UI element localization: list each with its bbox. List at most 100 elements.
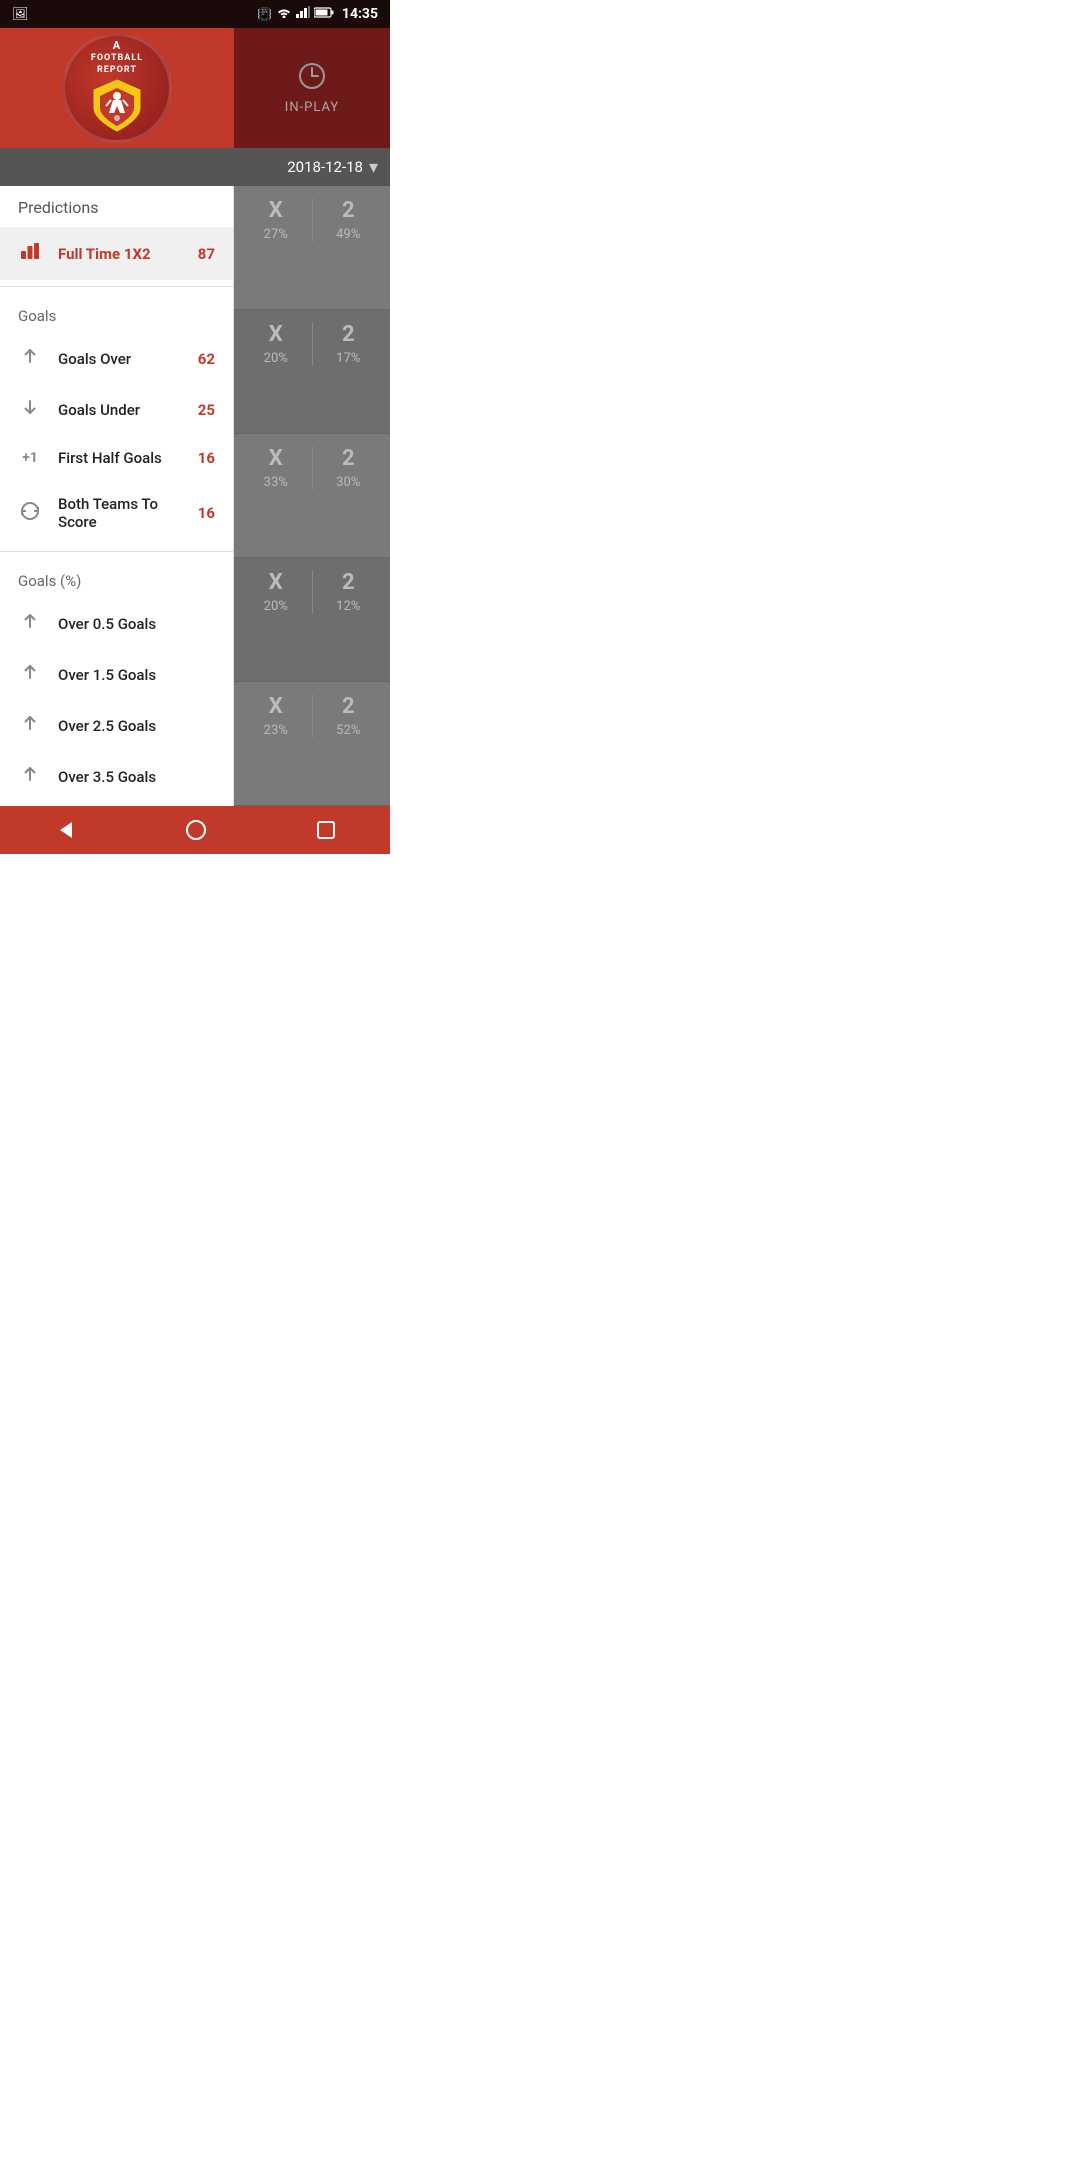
goals-over-label: Goals Over xyxy=(58,350,182,368)
inplay-label: IN-PLAY xyxy=(285,100,339,115)
match-pct-2-2: 17% xyxy=(336,351,360,366)
chart-bar-icon xyxy=(18,241,42,266)
signal-icon xyxy=(296,6,310,22)
nav-recents-button[interactable] xyxy=(316,820,336,840)
sidebar-item-both-teams-score[interactable]: Both Teams To Score 16 xyxy=(0,481,233,545)
sidebar-item-over-15[interactable]: Over 1.5 Goals xyxy=(0,649,233,700)
wifi-icon xyxy=(276,6,292,22)
date-row[interactable]: 2018-12-18 ▾ xyxy=(0,148,390,186)
main-content: Full Time 1X2 Predictions Full Time 1X2 … xyxy=(0,186,390,806)
arrow-up-4-icon xyxy=(18,714,42,737)
image-icon: 🖼 xyxy=(12,7,29,22)
arrow-up-2-icon xyxy=(18,612,42,635)
sidebar-item-over-25[interactable]: Over 2.5 Goals xyxy=(0,700,233,751)
top-area: A FOOTBALL REPORT xyxy=(0,28,390,148)
match-card-4[interactable]: X 20% 2 12% xyxy=(234,558,390,682)
match-col-x-1: X 27% xyxy=(240,198,312,242)
over-25-label: Over 2.5 Goals xyxy=(58,717,215,735)
first-half-goals-count: 16 xyxy=(198,449,215,467)
over-15-label: Over 1.5 Goals xyxy=(58,666,215,684)
match-val-x-5: X xyxy=(269,694,283,719)
match-col-2-5: 2 52% xyxy=(312,694,385,738)
match-pct-x-5: 23% xyxy=(264,723,288,738)
divider-2 xyxy=(0,551,233,552)
battery-icon xyxy=(314,6,334,22)
inplay-section[interactable]: IN-PLAY xyxy=(234,28,390,148)
arrow-up-icon xyxy=(18,347,42,370)
match-card-1[interactable]: X 27% 2 49% xyxy=(234,186,390,310)
match-col-2-2: 2 17% xyxy=(312,322,385,366)
match-col-2-4: 2 12% xyxy=(312,570,385,614)
nav-home-button[interactable] xyxy=(185,819,207,841)
sidebar-item-first-half-goals[interactable]: +1 First Half Goals 16 xyxy=(0,435,233,481)
match-col-2-3: 2 30% xyxy=(312,446,385,490)
match-val-2-3: 2 xyxy=(342,446,355,471)
sidebar-item-full-time-1x2[interactable]: Full Time 1X2 87 xyxy=(0,227,233,280)
match-val-x-2: X xyxy=(269,322,283,347)
plus-one-icon: +1 xyxy=(18,450,42,466)
match-pct-2-5: 52% xyxy=(336,723,360,738)
match-val-x-3: X xyxy=(269,446,283,471)
match-val-x-4: X xyxy=(269,570,283,595)
match-col-x-5: X 23% xyxy=(240,694,312,738)
over-05-label: Over 0.5 Goals xyxy=(58,615,215,633)
match-row-5: X 23% 2 52% xyxy=(234,682,390,805)
match-col-x-2: X 20% xyxy=(240,322,312,366)
sidebar: Full Time 1X2 Predictions Full Time 1X2 … xyxy=(0,186,234,806)
logo-circle: A FOOTBALL REPORT xyxy=(62,33,172,143)
predictions-header: Full Time 1X2 Predictions xyxy=(0,186,233,227)
vibrate-icon: 📳 xyxy=(257,7,272,21)
match-pct-x-3: 33% xyxy=(264,475,288,490)
match-card-2[interactable]: X 20% 2 17% xyxy=(234,310,390,434)
arrow-down-icon xyxy=(18,398,42,421)
match-pct-x-2: 20% xyxy=(264,351,288,366)
match-val-2-2: 2 xyxy=(342,322,355,347)
match-col-2-1: 2 49% xyxy=(312,198,385,242)
date-value: 2018-12-18 xyxy=(287,158,363,176)
match-row-1: X 27% 2 49% xyxy=(234,186,390,309)
sidebar-item-over-35[interactable]: Over 3.5 Goals xyxy=(0,751,233,802)
goals-pct-section-label: Goals (%) xyxy=(0,558,233,598)
logo-section: A FOOTBALL REPORT xyxy=(0,28,234,148)
divider-1 xyxy=(0,286,233,287)
match-pct-2-4: 12% xyxy=(336,599,360,614)
match-val-2-1: 2 xyxy=(342,198,355,223)
match-col-x-4: X 20% xyxy=(240,570,312,614)
full-time-1x2-count: 87 xyxy=(198,245,215,263)
arrow-up-3-icon xyxy=(18,663,42,686)
match-pct-x-4: 20% xyxy=(264,599,288,614)
first-half-goals-label: First Half Goals xyxy=(58,449,182,467)
match-row-3: X 33% 2 30% xyxy=(234,434,390,557)
match-val-2-5: 2 xyxy=(342,694,355,719)
both-teams-score-count: 16 xyxy=(198,504,215,522)
match-val-x-1: X xyxy=(269,198,283,223)
goals-over-count: 62 xyxy=(198,350,215,368)
sidebar-item-goals-under[interactable]: Goals Under 25 xyxy=(0,384,233,435)
match-card-3[interactable]: X 33% 2 30% xyxy=(234,434,390,558)
right-panel: X 27% 2 49% X 20% 2 17% xyxy=(234,186,390,806)
match-card-5[interactable]: X 23% 2 52% xyxy=(234,682,390,806)
dropdown-arrow-icon[interactable]: ▾ xyxy=(369,157,378,178)
match-pct-2-3: 30% xyxy=(336,475,360,490)
logo-text: A FOOTBALL REPORT xyxy=(91,39,143,77)
match-col-x-3: X 33% xyxy=(240,446,312,490)
over-35-label: Over 3.5 Goals xyxy=(58,768,215,786)
date-selector[interactable]: 2018-12-18 ▾ xyxy=(287,157,378,178)
time-display: 14:35 xyxy=(342,6,378,22)
goals-under-label: Goals Under xyxy=(58,401,182,419)
full-time-1x2-label: Full Time 1X2 xyxy=(58,245,182,263)
both-teams-score-label: Both Teams To Score xyxy=(58,495,182,531)
status-bar: 🖼 📳 14:35 xyxy=(0,0,390,28)
sidebar-item-over-05[interactable]: Over 0.5 Goals xyxy=(0,598,233,649)
match-pct-2-1: 49% xyxy=(336,227,360,242)
match-val-2-4: 2 xyxy=(342,570,355,595)
nav-back-button[interactable] xyxy=(54,819,76,841)
sidebar-item-goals-over[interactable]: Goals Over 62 xyxy=(0,333,233,384)
clock-icon xyxy=(298,62,326,96)
goals-under-count: 25 xyxy=(198,401,215,419)
goals-section-label: Goals xyxy=(0,293,233,333)
status-right: 📳 14:35 xyxy=(257,6,378,22)
status-left: 🖼 xyxy=(12,7,29,22)
refresh-icon xyxy=(18,501,42,526)
match-row-4: X 20% 2 12% xyxy=(234,558,390,681)
